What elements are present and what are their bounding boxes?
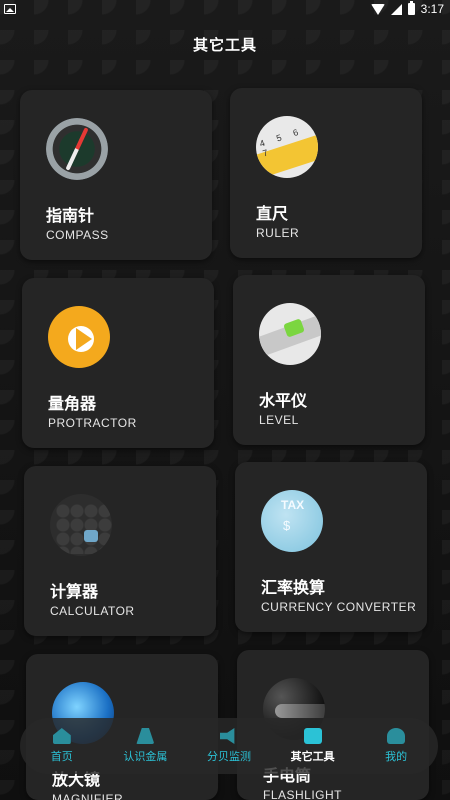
tool-subtitle: MAGNIFIER <box>52 792 124 800</box>
nav-item-other-tools[interactable]: 其它工具 <box>273 728 353 764</box>
tool-card-level[interactable]: 水平仪 LEVEL <box>233 275 425 445</box>
ruler-icon: 4 5 6 7 <box>256 116 318 178</box>
tool-subtitle: CALCULATOR <box>50 604 135 618</box>
tool-title: 指南针 <box>46 208 95 225</box>
tool-title: 汇率换算 <box>261 580 326 597</box>
tool-card-protractor[interactable]: 量角器 PROTRACTOR <box>22 278 214 448</box>
tool-card-ruler[interactable]: 4 5 6 7 直尺 RULER <box>230 88 422 258</box>
tools-grid: 指南针 COMPASS 4 5 6 7 直尺 RULER 量角器 PROTRAC… <box>0 0 450 800</box>
tool-title: 量角器 <box>48 396 97 413</box>
nav-item-decibel[interactable]: 分贝监测 <box>189 728 269 764</box>
tool-title: 计算器 <box>50 584 99 601</box>
protractor-icon <box>48 306 110 368</box>
nav-item-home[interactable]: 首页 <box>22 728 102 764</box>
currency-art-text: TAX <box>281 498 305 512</box>
tool-card-compass[interactable]: 指南针 COMPASS <box>20 90 212 260</box>
tool-subtitle: COMPASS <box>46 228 109 242</box>
tool-title: 水平仪 <box>259 393 308 410</box>
currency-icon: TAX $ <box>261 490 323 552</box>
tool-card-calculator[interactable]: 计算器 CALCULATOR <box>24 466 216 636</box>
nav-label: 分贝监测 <box>206 751 251 763</box>
nav-label: 认识金属 <box>123 751 168 763</box>
metal-icon <box>136 728 155 744</box>
calculator-icon <box>50 494 112 556</box>
level-icon <box>259 303 321 365</box>
nav-item-profile[interactable]: 我的 <box>356 728 436 764</box>
tool-subtitle: RULER <box>256 226 300 240</box>
decibel-icon <box>219 728 235 744</box>
tool-card-currency[interactable]: TAX $ 汇率换算 CURRENCY CONVERTER <box>235 462 427 632</box>
profile-icon <box>387 728 406 744</box>
tool-subtitle: PROTRACTOR <box>48 416 137 430</box>
compass-icon <box>46 118 108 180</box>
nav-label: 其它工具 <box>290 751 335 763</box>
home-icon <box>52 728 71 744</box>
tool-subtitle: FLASHLIGHT <box>263 788 343 800</box>
nav-label: 首页 <box>50 751 73 763</box>
tool-subtitle: CURRENCY CONVERTER <box>261 600 417 614</box>
nav-item-metals[interactable]: 认识金属 <box>105 728 185 764</box>
tool-title: 直尺 <box>256 206 289 223</box>
tool-subtitle: LEVEL <box>259 413 299 427</box>
bottom-navigation: 首页 认识金属 分贝监测 其它工具 我的 <box>20 718 438 774</box>
nav-label: 我的 <box>385 751 408 763</box>
currency-art-symbol: $ <box>283 518 291 533</box>
toolbox-icon <box>303 728 322 744</box>
